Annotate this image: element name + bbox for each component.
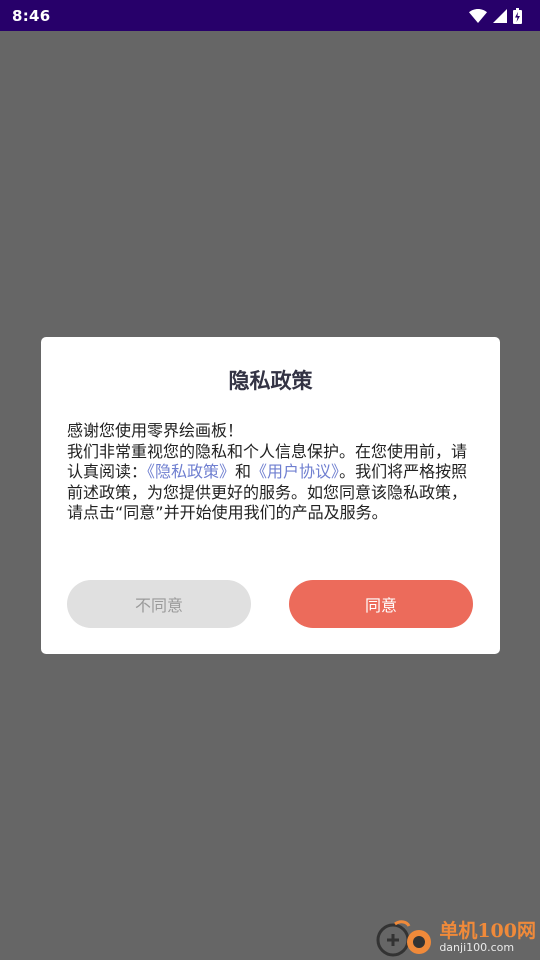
dialog-body: 感谢您使用零界绘画板！ 我们非常重视您的隐私和个人信息保护。在您使用前，请认真阅…	[67, 421, 477, 524]
plus-circle-icon	[376, 920, 432, 957]
privacy-dialog: 隐私政策 感谢您使用零界绘画板！ 我们非常重视您的隐私和个人信息保护。在您使用前…	[41, 337, 500, 654]
watermark-text: 单机100网 danji100.com	[439, 920, 536, 955]
watermark-domain: danji100.com	[439, 941, 515, 955]
user-agreement-link[interactable]: 《用户协议》	[251, 462, 339, 481]
watermark-logo	[375, 918, 437, 958]
status-bar: 8:46	[0, 0, 540, 31]
policy-paragraph: 我们非常重视您的隐私和个人信息保护。在您使用前，请认真阅读：《隐私政策》和《用户…	[67, 442, 477, 524]
status-icons	[469, 7, 522, 24]
cell-signal-icon	[493, 8, 507, 23]
status-time: 8:46	[12, 6, 51, 25]
wifi-icon	[469, 8, 487, 23]
privacy-policy-link[interactable]: 《隐私政策》	[147, 462, 235, 481]
battery-icon	[513, 7, 522, 24]
and-text: 和	[235, 462, 252, 481]
dialog-title: 隐私政策	[228, 369, 313, 393]
watermark: 单机100网 danji100.com	[375, 918, 536, 958]
watermark-name: 单机100网	[439, 920, 536, 943]
greeting-text: 感谢您使用零界绘画板！	[67, 421, 244, 440]
disagree-button[interactable]: 不同意	[67, 580, 251, 628]
agree-button[interactable]: 同意	[289, 580, 473, 628]
